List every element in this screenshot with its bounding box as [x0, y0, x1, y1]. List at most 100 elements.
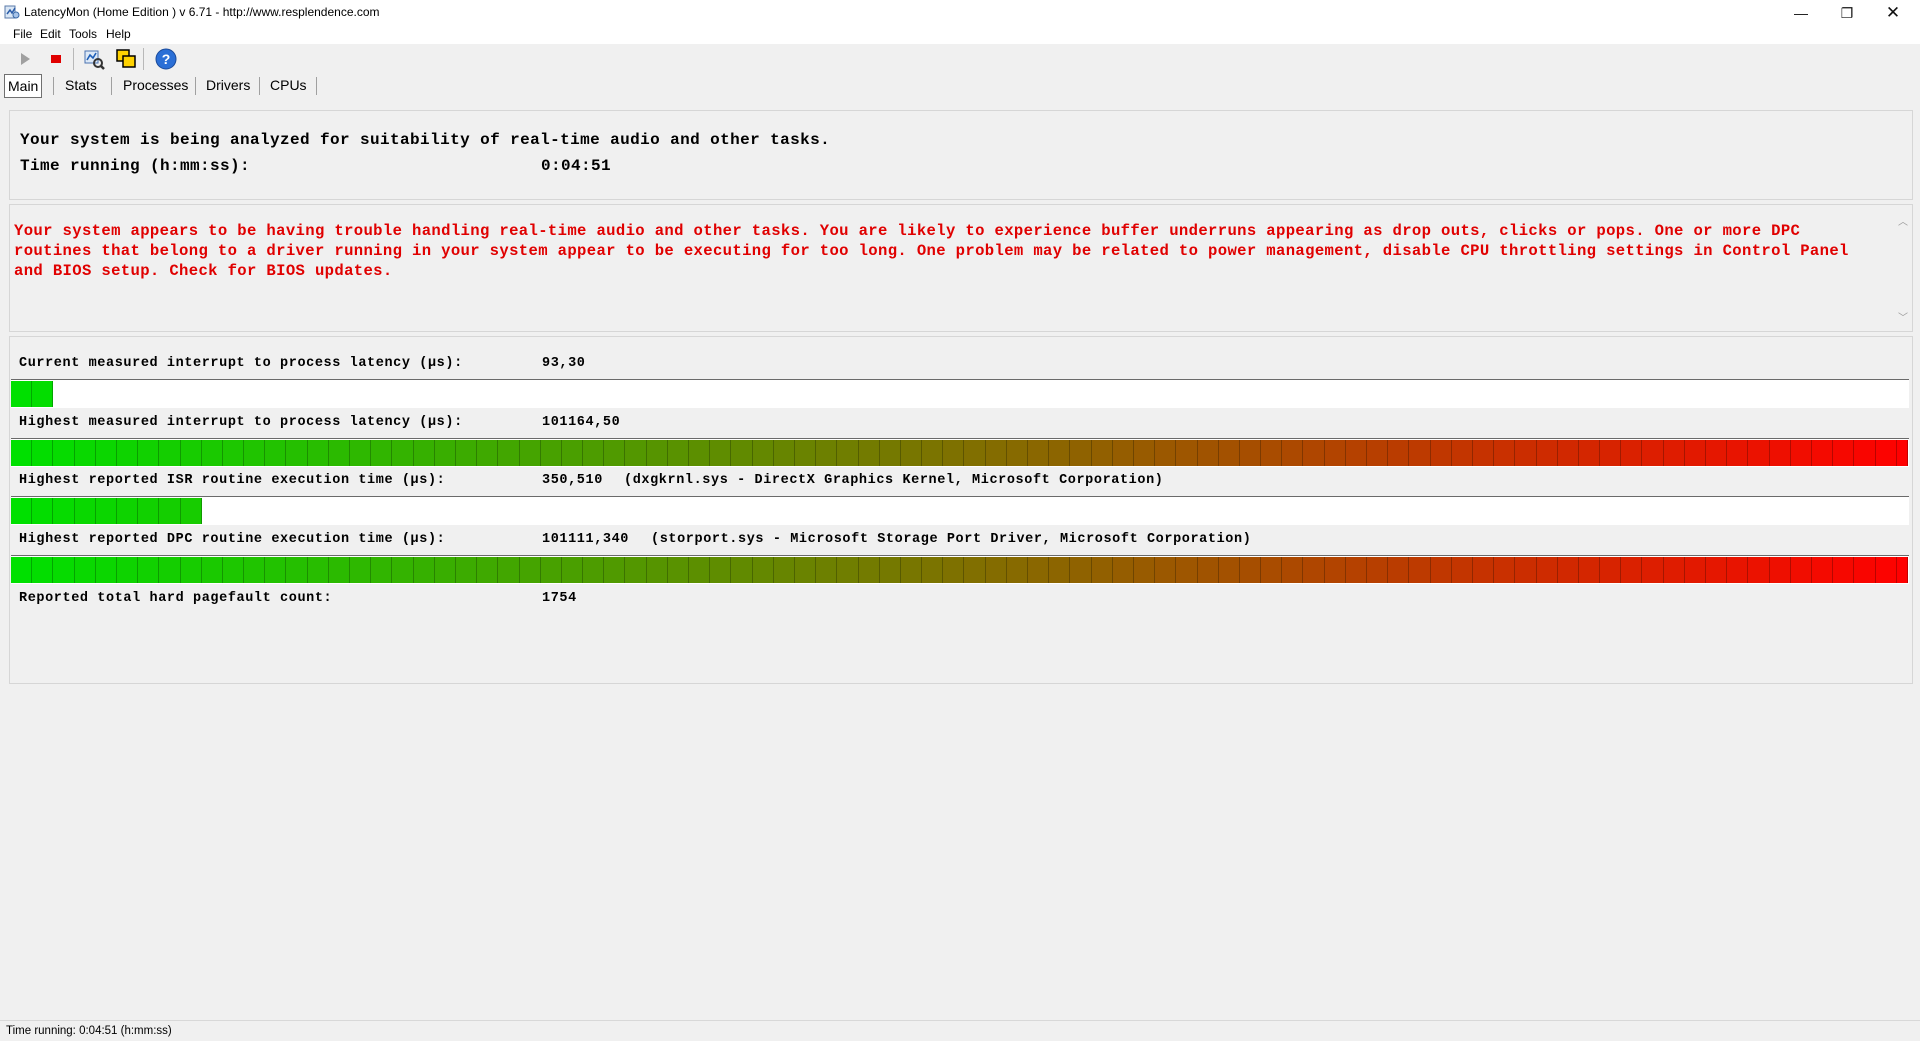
- analyze-button[interactable]: [82, 47, 106, 71]
- meter-segment: [1112, 557, 1134, 583]
- meter-segment: [519, 440, 541, 466]
- meter-segment: [116, 557, 139, 583]
- tab-cpus[interactable]: CPUs: [267, 74, 310, 96]
- stop-button[interactable]: [44, 47, 68, 71]
- meter-segment: [307, 557, 329, 583]
- meter-segment: [604, 440, 626, 466]
- meter-segment: [1303, 440, 1325, 466]
- meter-segment: [244, 440, 266, 466]
- menu-tools[interactable]: Tools: [69, 27, 97, 41]
- meter-segment: [434, 440, 456, 466]
- meter-segment: [413, 440, 435, 466]
- help-icon: ?: [155, 48, 177, 70]
- meter-segment: [159, 557, 181, 583]
- meter-segment: [1621, 440, 1643, 466]
- meter-segment: [1176, 440, 1198, 466]
- meter-segment: [455, 440, 478, 466]
- meter-segment: [519, 557, 541, 583]
- highest-latency-value: 101164,50: [542, 415, 621, 430]
- meter-segment: [731, 557, 753, 583]
- meter-segment: [922, 440, 944, 466]
- warning-scrollbar[interactable]: ︿ ﹀: [1896, 209, 1910, 325]
- play-icon: [21, 53, 30, 65]
- meter-segment: [1833, 557, 1855, 583]
- menu-help[interactable]: Help: [106, 27, 131, 41]
- meter-segment: [350, 557, 372, 583]
- meter-segment: [1049, 440, 1071, 466]
- close-button[interactable]: ✕: [1870, 0, 1916, 26]
- title-bar: LatencyMon (Home Edition ) v 6.71 - http…: [0, 0, 1920, 26]
- meter-segment: [1515, 440, 1537, 466]
- meter-segment: [11, 557, 33, 583]
- isr-time-meter: [11, 496, 1909, 525]
- meter-segment: [286, 557, 308, 583]
- analysis-status-text: Your system is being analyzed for suitab…: [20, 131, 831, 149]
- meter-segment: [328, 557, 350, 583]
- meter-segment: [879, 557, 901, 583]
- meter-segment: [159, 498, 181, 524]
- meter-segment: [1684, 557, 1706, 583]
- toolbar-separator: [73, 48, 74, 70]
- meter-segment: [138, 440, 160, 466]
- meter-segment: [1621, 557, 1643, 583]
- meter-segment: [1854, 557, 1876, 583]
- meter-segment: [1557, 440, 1579, 466]
- tab-processes[interactable]: Processes: [120, 74, 191, 96]
- start-button[interactable]: [13, 47, 37, 71]
- meter-segment: [1790, 557, 1812, 583]
- scroll-up-icon[interactable]: ︿: [1898, 213, 1908, 228]
- meter-segment: [1875, 557, 1897, 583]
- pagefault-label: Reported total hard pagefault count:: [19, 591, 333, 606]
- menu-file[interactable]: File: [13, 27, 32, 41]
- status-bar-text: Time running: 0:04:51 (h:mm:ss): [6, 1025, 172, 1037]
- meter-segment: [1070, 440, 1092, 466]
- dpc-time-meter-fill: [11, 557, 1908, 583]
- meter-segment: [943, 557, 965, 583]
- meter-segment: [244, 557, 266, 583]
- meter-segment: [1642, 557, 1664, 583]
- minimize-button[interactable]: —: [1778, 0, 1824, 26]
- analysis-status-panel: Your system is being analyzed for suitab…: [9, 110, 1913, 200]
- analyze-icon: [84, 50, 105, 70]
- meter-segment: [413, 557, 435, 583]
- meter-segment: [1091, 440, 1113, 466]
- meter-segment: [1748, 440, 1770, 466]
- meter-segment: [1006, 557, 1028, 583]
- meter-segment: [307, 440, 329, 466]
- meter-segment: [583, 557, 605, 583]
- tab-drivers[interactable]: Drivers: [203, 74, 253, 96]
- highest-latency-meter: [11, 438, 1909, 467]
- help-button[interactable]: ?: [154, 47, 178, 71]
- meter-segment: [794, 557, 817, 583]
- svg-text:?: ?: [162, 51, 171, 67]
- windows-button[interactable]: [114, 47, 138, 71]
- meter-segment: [858, 557, 880, 583]
- tab-main[interactable]: Main: [4, 74, 43, 98]
- meter-segment: [1536, 557, 1558, 583]
- meter-segment: [561, 557, 584, 583]
- meter-segment: [858, 440, 880, 466]
- dpc-driver-detail: (storport.sys - Microsoft Storage Port D…: [651, 532, 1252, 547]
- meter-segment: [943, 440, 965, 466]
- meter-segment: [1133, 557, 1156, 583]
- meter-segment: [116, 498, 139, 524]
- meter-segment: [816, 440, 838, 466]
- meter-segment: [689, 440, 711, 466]
- meter-segment: [646, 557, 668, 583]
- meter-segment: [1515, 557, 1537, 583]
- warning-panel[interactable]: Your system appears to be having trouble…: [9, 204, 1913, 332]
- menu-edit[interactable]: Edit: [40, 27, 61, 41]
- meter-segment: [1261, 440, 1283, 466]
- tab-stats[interactable]: Stats: [62, 74, 100, 96]
- restore-button[interactable]: ❐: [1824, 0, 1870, 26]
- meter-segment: [350, 440, 372, 466]
- meter-segment: [1388, 440, 1410, 466]
- meter-segment: [1854, 440, 1876, 466]
- meter-segment: [1324, 440, 1346, 466]
- meter-segment: [498, 440, 520, 466]
- meter-segment: [11, 498, 33, 524]
- scroll-down-icon[interactable]: ﹀: [1898, 309, 1908, 324]
- meter-segment: [667, 440, 689, 466]
- meter-segment: [1239, 440, 1262, 466]
- meter-segment: [11, 381, 33, 407]
